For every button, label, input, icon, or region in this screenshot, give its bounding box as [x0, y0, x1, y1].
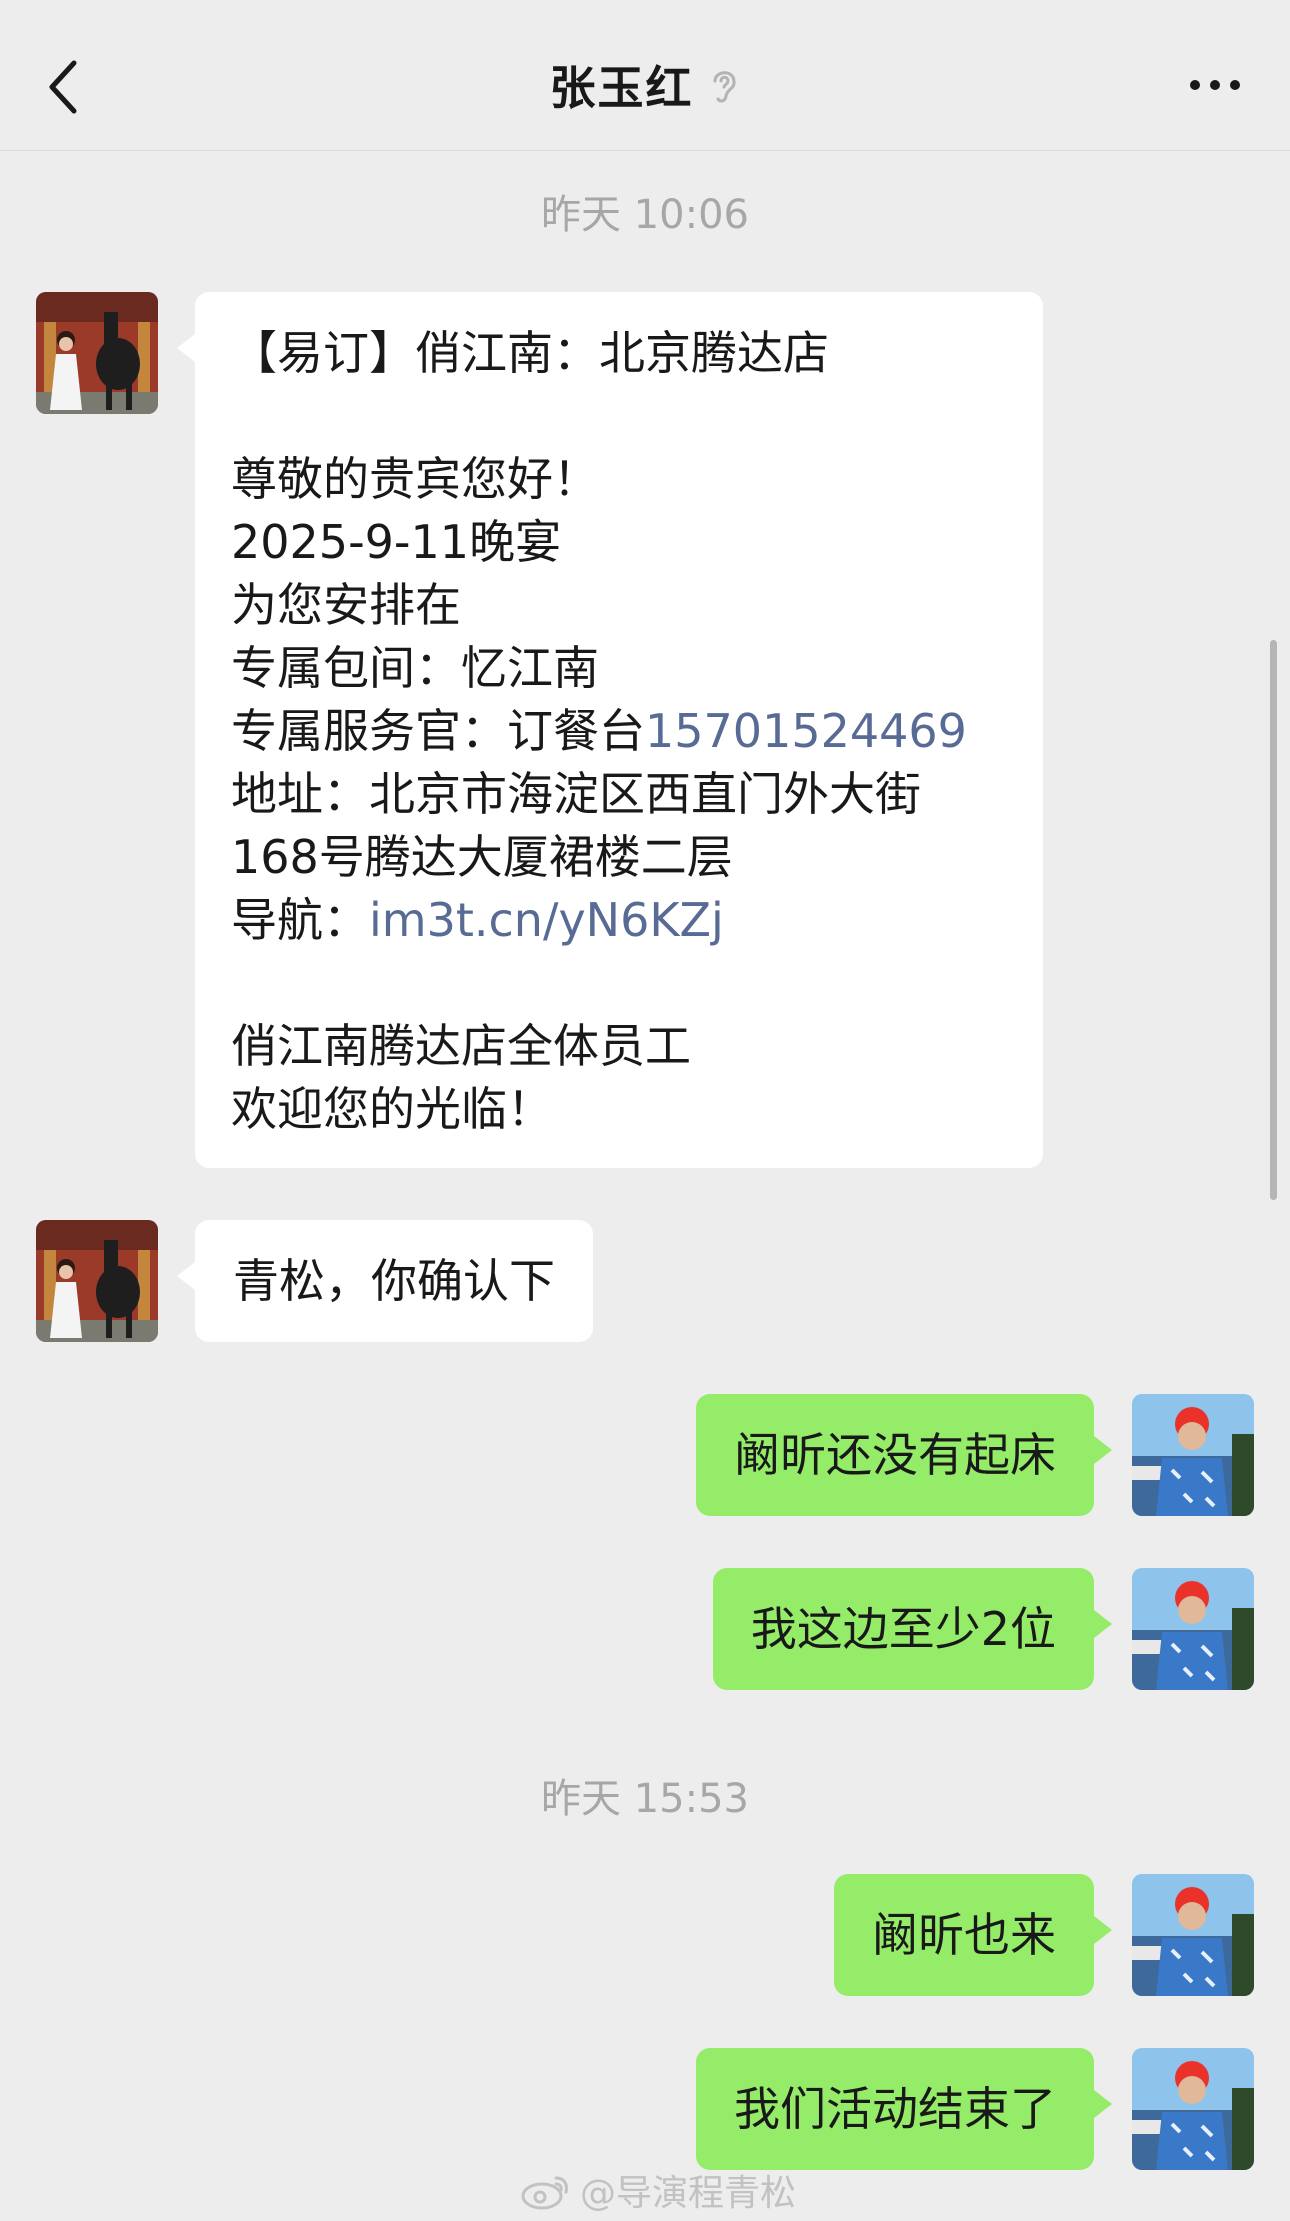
weibo-icon — [521, 2176, 568, 2210]
message-line: 【易订】俏江南：北京腾达店 — [231, 326, 829, 380]
message-bubble-outgoing[interactable]: 阚昕也来 — [834, 1874, 1112, 1996]
message-text: 导航： — [231, 893, 369, 947]
message-bubble-outgoing[interactable]: 我这边至少2位 — [712, 1568, 1113, 1690]
message-bubble-incoming[interactable]: 【易订】俏江南：北京腾达店 尊敬的贵宾您好！ 2025-9-11晚宴 为您安排在… — [177, 292, 1043, 1168]
message-line: 168号腾达大厦裙楼二层 — [231, 830, 733, 884]
message-line: 2025-9-11晚宴 — [231, 515, 562, 569]
chat-title: 张玉红 — [549, 61, 694, 115]
scrollbar[interactable] — [1270, 640, 1277, 1200]
timestamp: 昨天 10:06 — [541, 192, 749, 238]
phone-link[interactable]: 15701524469 — [645, 704, 967, 758]
message-line: 欢迎您的光临！ — [231, 1082, 553, 1136]
more-options-button[interactable] — [1180, 60, 1250, 110]
contact-avatar-image — [36, 292, 158, 414]
nav-link[interactable]: im3t.cn/yN6KZj — [369, 893, 724, 947]
message-bubble-outgoing[interactable]: 阚昕还没有起床 — [696, 1394, 1112, 1516]
my-avatar-image — [1132, 1394, 1254, 1516]
message-line: 俏江南腾达店全体员工 — [231, 1019, 691, 1073]
my-avatar[interactable] — [1132, 2048, 1254, 2170]
message-text: 专属服务官：订餐台 — [231, 704, 645, 758]
message-text: 青松，你确认下 — [233, 1253, 555, 1308]
message-text: 我们活动结束了 — [734, 2081, 1056, 2136]
my-avatar[interactable] — [1132, 1394, 1254, 1516]
ear-icon — [713, 71, 736, 103]
message-text: 阚昕也来 — [872, 1907, 1056, 1962]
my-avatar-image — [1132, 1874, 1254, 1996]
my-avatar[interactable] — [1132, 1874, 1254, 1996]
timestamp: 昨天 15:53 — [541, 1776, 749, 1822]
watermark-text: @导演程青松 — [580, 2173, 797, 2214]
more-dots-icon — [1190, 80, 1240, 90]
message-line-service: 专属服务官：订餐台15701524469 — [231, 700, 1007, 763]
message-line: 专属包间：忆江南 — [231, 641, 599, 695]
my-avatar[interactable] — [1132, 1568, 1254, 1690]
my-avatar-image — [1132, 2048, 1254, 2170]
watermark: @导演程青松 — [520, 2165, 796, 2215]
message-line-nav: 导航：im3t.cn/yN6KZj — [231, 889, 1007, 952]
chat-header: 张玉红 — [0, 0, 1290, 151]
my-avatar-image — [1132, 1568, 1254, 1690]
contact-avatar-image — [36, 1220, 158, 1342]
contact-avatar[interactable] — [36, 292, 158, 414]
message-bubble-outgoing[interactable]: 我们活动结束了 — [696, 2048, 1112, 2170]
message-line: 地址：北京市海淀区西直门外大街 — [231, 767, 921, 821]
message-bubble-incoming[interactable]: 青松，你确认下 — [177, 1220, 593, 1342]
message-text: 阚昕还没有起床 — [734, 1427, 1056, 1482]
message-text: 我这边至少2位 — [750, 1601, 1056, 1656]
message-line: 尊敬的贵宾您好！ — [231, 452, 599, 506]
title-container: 张玉红 — [0, 52, 1290, 122]
contact-avatar[interactable] — [36, 1220, 158, 1342]
message-line: 为您安排在 — [231, 578, 461, 632]
